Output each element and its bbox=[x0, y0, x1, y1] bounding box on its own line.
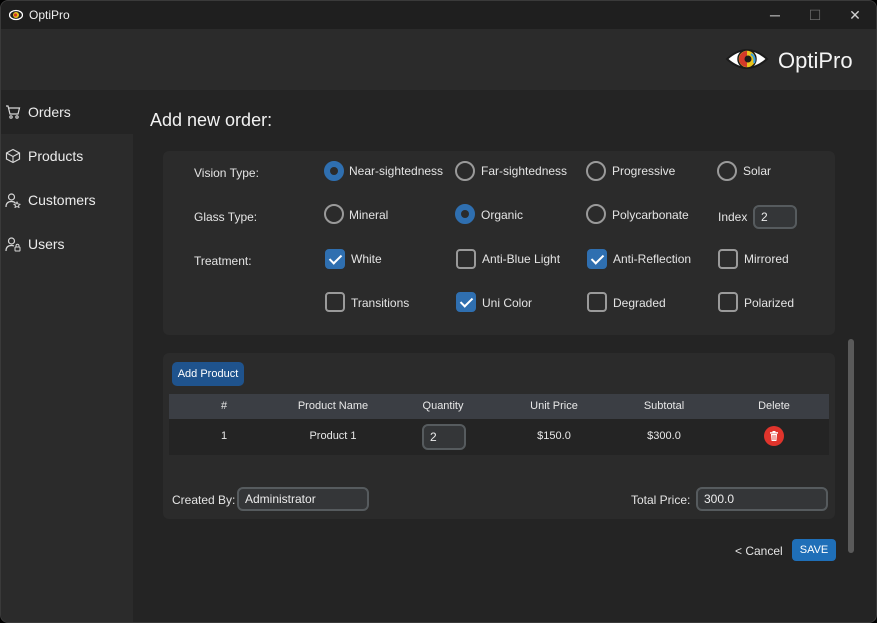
maximize-button[interactable]: ☐ bbox=[795, 1, 835, 29]
quantity-input[interactable]: 2 bbox=[422, 424, 466, 450]
radio-label: Polycarbonate bbox=[612, 208, 689, 222]
products-table-header: # Product Name Quantity Unit Price Subto… bbox=[169, 394, 829, 419]
checkbox-label: Mirrored bbox=[744, 252, 789, 266]
radio-progressive[interactable] bbox=[586, 161, 606, 181]
radio-label: Progressive bbox=[612, 164, 676, 178]
created-by-input[interactable]: Administrator bbox=[237, 487, 369, 511]
checkbox-uni-color[interactable] bbox=[456, 292, 476, 312]
sidebar: Orders Products Customers Users bbox=[1, 90, 133, 622]
checkbox-transitions[interactable] bbox=[325, 292, 345, 312]
column-header-subtotal: Subtotal bbox=[643, 400, 685, 412]
checkbox-degraded[interactable] bbox=[587, 292, 607, 312]
add-product-button[interactable]: Add Product bbox=[172, 362, 244, 386]
delete-row-button[interactable] bbox=[764, 426, 784, 446]
radio-mineral[interactable] bbox=[324, 204, 344, 224]
eye-logo-icon bbox=[9, 9, 23, 21]
total-price-input[interactable]: 300.0 bbox=[696, 487, 828, 511]
radio-organic[interactable] bbox=[455, 204, 475, 224]
cancel-link[interactable]: < Cancel bbox=[735, 544, 783, 558]
sidebar-item-products[interactable]: Products bbox=[1, 134, 133, 178]
row-product-name: Product 1 bbox=[309, 430, 357, 442]
row-unit-price: $150.0 bbox=[537, 430, 571, 442]
checkbox-polarized[interactable] bbox=[718, 292, 738, 312]
sidebar-item-customers[interactable]: Customers bbox=[1, 178, 133, 222]
logo-text: OptiPro bbox=[778, 48, 853, 73]
checkbox-label: Uni Color bbox=[482, 296, 533, 310]
app-header: OptiPro bbox=[1, 29, 876, 90]
checkbox-white[interactable] bbox=[325, 249, 345, 269]
radio-polycarbonate[interactable] bbox=[586, 204, 606, 224]
eye-logo-icon bbox=[725, 49, 769, 69]
column-header-quantity: Quantity bbox=[422, 400, 464, 412]
column-header-delete: Delete bbox=[758, 400, 790, 412]
radio-near-sightedness[interactable] bbox=[324, 161, 344, 181]
trash-icon bbox=[770, 431, 778, 441]
radio-label: Near-sightedness bbox=[349, 164, 444, 178]
column-header-number: # bbox=[220, 400, 228, 412]
checkbox-label: Anti-Blue Light bbox=[482, 252, 561, 266]
close-button[interactable]: ✕ bbox=[835, 1, 875, 29]
checkbox-anti-reflection[interactable] bbox=[587, 249, 607, 269]
column-header-product-name: Product Name bbox=[297, 400, 369, 412]
row-subtotal: $300.0 bbox=[647, 430, 681, 442]
checkbox-label: Degraded bbox=[613, 296, 666, 310]
page-title: Add new order: bbox=[150, 110, 273, 130]
created-by-label: Created By: bbox=[172, 493, 236, 507]
user-lock-icon bbox=[5, 237, 21, 252]
table-row: 1 Product 1 $150.0 $300.0 bbox=[169, 419, 829, 455]
checkbox-mirrored[interactable] bbox=[718, 249, 738, 269]
checkbox-label: White bbox=[351, 252, 382, 266]
radio-label: Mineral bbox=[349, 208, 389, 222]
total-price-label: Total Price: bbox=[631, 493, 691, 507]
sidebar-item-label: Users bbox=[28, 236, 65, 252]
app-window: OptiPro ─ ☐ ✕ OptiPro Orders Products Cu… bbox=[0, 0, 877, 623]
radio-label: Far-sightedness bbox=[481, 164, 568, 178]
radio-label: Solar bbox=[743, 164, 772, 178]
index-label: Index bbox=[718, 210, 748, 224]
radio-far-sightedness[interactable] bbox=[455, 161, 475, 181]
checkbox-anti-blue-light[interactable] bbox=[456, 249, 476, 269]
vision-type-label: Vision Type: bbox=[194, 166, 259, 180]
index-input[interactable]: 2 bbox=[753, 205, 797, 229]
sidebar-item-users[interactable]: Users bbox=[1, 222, 133, 266]
cart-icon bbox=[6, 105, 21, 119]
box-icon bbox=[5, 148, 21, 164]
sidebar-item-label: Orders bbox=[28, 104, 71, 120]
sidebar-item-label: Customers bbox=[28, 192, 96, 208]
column-header-unit-price: Unit Price bbox=[530, 400, 578, 412]
window-title: OptiPro bbox=[29, 8, 70, 22]
save-button[interactable]: SAVE bbox=[792, 539, 836, 561]
checkbox-label: Polarized bbox=[744, 296, 795, 310]
checkbox-label: Transitions bbox=[351, 296, 410, 310]
sidebar-item-label: Products bbox=[28, 148, 84, 164]
customer-icon bbox=[5, 193, 21, 208]
radio-solar[interactable] bbox=[717, 161, 737, 181]
treatment-label: Treatment: bbox=[194, 254, 252, 268]
checkbox-label: Anti-Reflection bbox=[613, 252, 692, 266]
title-bar[interactable]: OptiPro ─ ☐ ✕ bbox=[1, 1, 876, 29]
scrollbar[interactable] bbox=[848, 339, 854, 553]
sidebar-item-orders[interactable]: Orders bbox=[1, 90, 133, 134]
glass-type-label: Glass Type: bbox=[194, 210, 258, 224]
row-number: 1 bbox=[220, 430, 228, 442]
radio-label: Organic bbox=[481, 208, 524, 222]
minimize-button[interactable]: ─ bbox=[755, 1, 795, 29]
